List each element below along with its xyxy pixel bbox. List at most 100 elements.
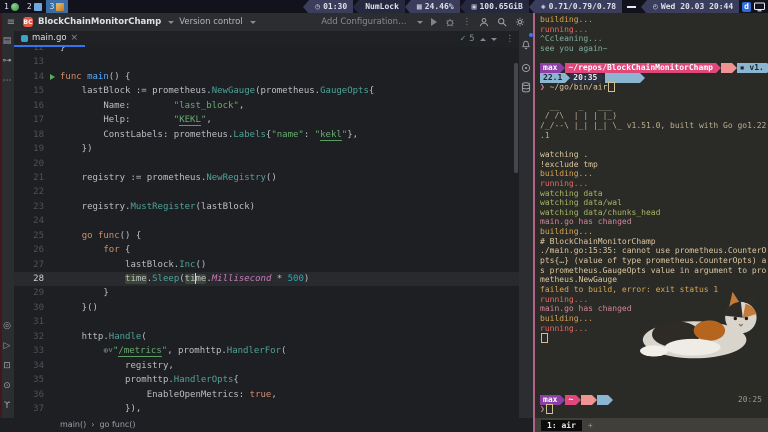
- display-tray-icon[interactable]: [754, 2, 765, 12]
- line-number[interactable]: 30: [14, 301, 44, 315]
- branch-icon[interactable]: ϒ: [0, 396, 14, 416]
- more-icon[interactable]: ⋯: [0, 71, 14, 91]
- line-number[interactable]: 24: [14, 214, 44, 228]
- editor-scrollbar[interactable]: [514, 63, 518, 173]
- chevron-down-icon: [249, 20, 256, 24]
- tray-indicator-dash: [627, 5, 637, 8]
- line-number[interactable]: 14: [14, 70, 44, 84]
- project-logo[interactable]: BC: [23, 17, 33, 27]
- user-icon[interactable]: [479, 17, 489, 27]
- ai-assistant-icon[interactable]: [521, 63, 531, 73]
- breadcrumb-item[interactable]: main(): [60, 420, 86, 429]
- line-number[interactable]: 21: [14, 171, 44, 185]
- terminal-tab-air[interactable]: 1: air: [541, 419, 582, 431]
- line-number[interactable]: 25: [14, 229, 44, 243]
- inspections-widget[interactable]: ✓ 5 ⋮: [460, 34, 520, 44]
- run-gutter-icon[interactable]: [49, 74, 55, 81]
- ide-header: ≡ BC BlockChainMonitorChamp Version cont…: [0, 13, 533, 31]
- line-number[interactable]: 27: [14, 258, 44, 272]
- line-number[interactable]: 31: [14, 315, 44, 329]
- line-number[interactable]: 32: [14, 330, 44, 344]
- line-number[interactable]: 13: [14, 55, 44, 69]
- segment-memory: ▦ 24.46%: [410, 0, 460, 13]
- line-number[interactable]: 34: [14, 359, 44, 373]
- new-tab-button[interactable]: +: [588, 421, 593, 430]
- memory-icon: ▦: [416, 2, 422, 11]
- prompt-segment: max: [540, 394, 561, 405]
- commit-icon[interactable]: ⊶: [0, 51, 14, 71]
- code-line-31: 31: [14, 315, 519, 329]
- code-line-27: 27 lastBlock.Inc(): [14, 258, 519, 272]
- line-number[interactable]: 18: [14, 128, 44, 142]
- search-icon[interactable]: [497, 17, 507, 27]
- ide-header-right: Add Configuration… ⋮: [321, 17, 533, 27]
- settings-gear-icon[interactable]: [515, 17, 525, 27]
- code-line-37: 37 }),: [14, 402, 519, 416]
- tab-main-go[interactable]: main.go ×: [14, 31, 86, 47]
- line-number[interactable]: 33: [14, 344, 44, 358]
- terminal-line: watching data/chunks_head: [540, 207, 661, 217]
- vcs-widget[interactable]: Version control: [179, 17, 242, 27]
- terminal-line: ❯: [540, 404, 768, 415]
- project-selector[interactable]: BlockChainMonitorChamp: [38, 17, 161, 27]
- system-tray[interactable]: d: [739, 1, 768, 12]
- prompt-time: 20:25: [737, 394, 762, 404]
- workspace-3[interactable]: 3: [45, 0, 69, 13]
- terminal-line: watching .: [540, 149, 589, 159]
- run-button[interactable]: [430, 18, 437, 26]
- line-number[interactable]: 20: [14, 157, 44, 171]
- services-icon[interactable]: ⊡: [0, 356, 14, 376]
- code-line-33: 33 ⊕˅"/metrics", promhttp.HandlerFor(: [14, 344, 519, 358]
- terminal-window[interactable]: building... running... ^Ccleaning... see yo…: [533, 13, 768, 432]
- database-icon[interactable]: [521, 82, 531, 93]
- notifications-bell-icon[interactable]: [521, 33, 533, 54]
- ide-window: ≡ BC BlockChainMonitorChamp Version cont…: [0, 13, 533, 432]
- prev-problem-icon[interactable]: [479, 37, 486, 41]
- problems-icon[interactable]: ⊙: [0, 376, 14, 396]
- code-line-26: 26 for {: [14, 243, 519, 257]
- line-number[interactable]: 36: [14, 388, 44, 402]
- breadcrumb[interactable]: main() › go func(): [14, 418, 533, 431]
- screen: 123 ◷ 01:30 NumLock ▦ 24.46% ▣ 100.65GiB ◈ 0.71/…: [0, 0, 768, 432]
- code-editor[interactable]: 12} 13 14 func main() {15 lastBlock := prom…: [14, 47, 519, 418]
- workspace-switcher[interactable]: 123: [0, 0, 69, 13]
- breadcrumb-item[interactable]: go func(): [99, 420, 135, 429]
- line-number[interactable]: 19: [14, 142, 44, 156]
- next-problem-icon[interactable]: [490, 37, 497, 41]
- close-icon[interactable]: ×: [71, 33, 79, 43]
- line-number[interactable]: 17: [14, 113, 44, 127]
- line-number[interactable]: 26: [14, 243, 44, 257]
- line-number[interactable]: 12: [14, 47, 44, 55]
- line-number[interactable]: 15: [14, 84, 44, 98]
- line-number[interactable]: 16: [14, 99, 44, 113]
- code-line-28: 28 time.Sleep(time.Millisecond * 500): [14, 272, 519, 287]
- workspace-1[interactable]: 1: [0, 0, 23, 13]
- line-number[interactable]: 28: [14, 272, 44, 286]
- terminal-line: !exclude tmp: [540, 159, 598, 169]
- code-line-14: 14 func main() {: [14, 70, 519, 84]
- browser-icon: [10, 2, 19, 11]
- code-line-29: 29 }: [14, 286, 519, 300]
- code-line-18: 18 ConstLabels: prometheus.Labels{"name"…: [14, 128, 519, 142]
- workspace-2[interactable]: 2: [23, 0, 46, 13]
- code-line-15: 15 lastBlock := prometheus.NewGauge(prom…: [14, 84, 519, 98]
- line-number[interactable]: 37: [14, 402, 44, 416]
- run-configuration-selector[interactable]: Add Configuration…: [321, 17, 406, 27]
- prompt-segment: 20:35: [570, 72, 601, 83]
- terminal-cursor: [541, 333, 548, 344]
- profiler-icon[interactable]: ◎: [0, 316, 14, 336]
- line-number[interactable]: 29: [14, 286, 44, 300]
- line-number[interactable]: 22: [14, 185, 44, 199]
- more-actions-icon[interactable]: ⋮: [463, 17, 472, 27]
- main-menu-icon[interactable]: ≡: [4, 17, 18, 28]
- run-icon[interactable]: ▷: [0, 336, 14, 356]
- segment-disk: ▣ 100.65GiB: [465, 0, 529, 13]
- line-number[interactable]: 23: [14, 200, 44, 214]
- code-line-17: 17 Help: "KEKL",: [14, 113, 519, 127]
- more-icon[interactable]: ⋮: [506, 34, 515, 44]
- folder-icon[interactable]: ▤: [0, 31, 14, 51]
- line-number[interactable]: 35: [14, 373, 44, 387]
- debug-button[interactable]: [445, 17, 455, 27]
- keyboard-layout-indicator[interactable]: d: [742, 1, 751, 12]
